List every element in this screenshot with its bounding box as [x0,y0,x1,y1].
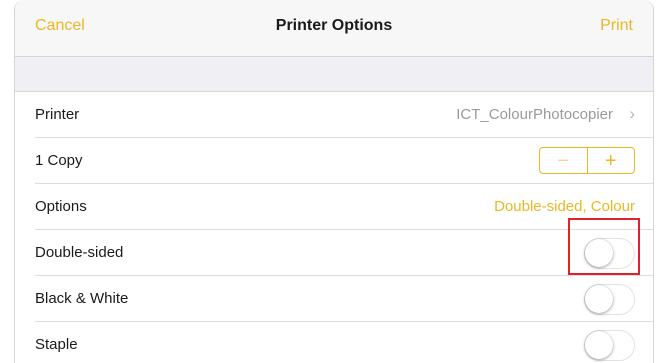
copies-stepper: − + [539,147,635,174]
double-sided-toggle[interactable] [584,238,635,269]
options-label: Options [35,198,87,215]
staple-toggle[interactable] [584,330,635,361]
copies-row: 1 Copy − + [15,138,653,184]
double-sided-label: Double-sided [35,244,124,261]
chevron-right-icon: › [629,104,635,123]
staple-row: Staple [15,322,653,363]
toggle-knob [585,239,613,267]
decrement-button[interactable]: − [540,148,588,173]
toggle-knob [585,285,613,313]
printer-label: Printer [35,106,80,123]
increment-button[interactable]: + [588,148,635,173]
staple-label: Staple [35,336,78,353]
black-white-toggle[interactable] [584,284,635,315]
options-value: Double-sided, Colour [494,198,635,215]
printer-options-sheet: Cancel Printer Options Print Printer ICT… [14,0,654,363]
print-button[interactable]: Print [600,17,633,35]
options-row[interactable]: Options Double-sided, Colour [15,184,653,230]
printer-value: ICT_ColourPhotocopier [456,106,613,123]
black-white-label: Black & White [35,290,129,307]
page-title: Printer Options [275,17,393,34]
navigation-bar: Cancel Printer Options Print [15,0,653,57]
printer-row[interactable]: Printer ICT_ColourPhotocopier › [15,92,653,138]
double-sided-row: Double-sided [15,230,653,276]
options-list: Printer ICT_ColourPhotocopier › 1 Copy −… [15,92,653,363]
copies-label: 1 Copy [35,152,83,169]
black-white-row: Black & White [15,276,653,322]
section-spacer [15,57,653,92]
toggle-knob [585,331,613,359]
